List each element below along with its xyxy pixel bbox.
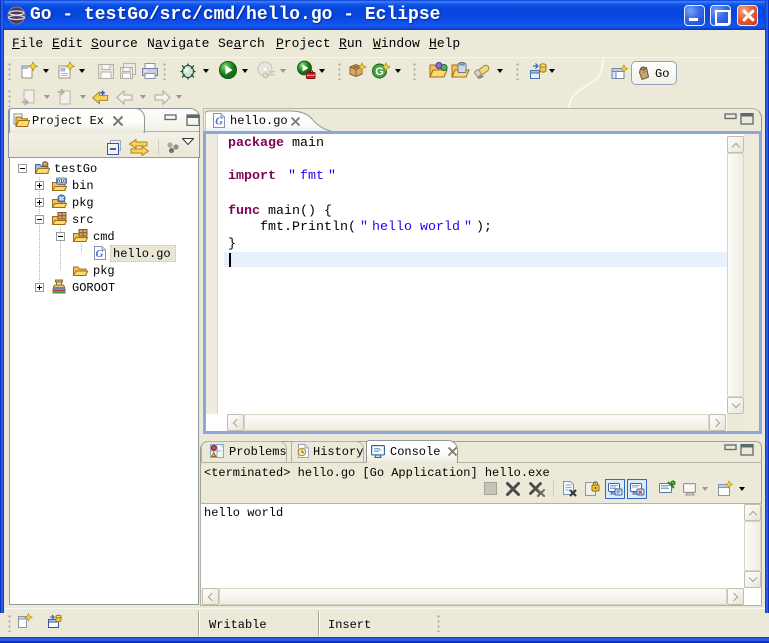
- svg-text:G: G: [215, 117, 223, 128]
- svg-text:G: G: [375, 66, 384, 78]
- svg-text:010: 010: [57, 179, 66, 185]
- svg-text:G: G: [96, 248, 104, 260]
